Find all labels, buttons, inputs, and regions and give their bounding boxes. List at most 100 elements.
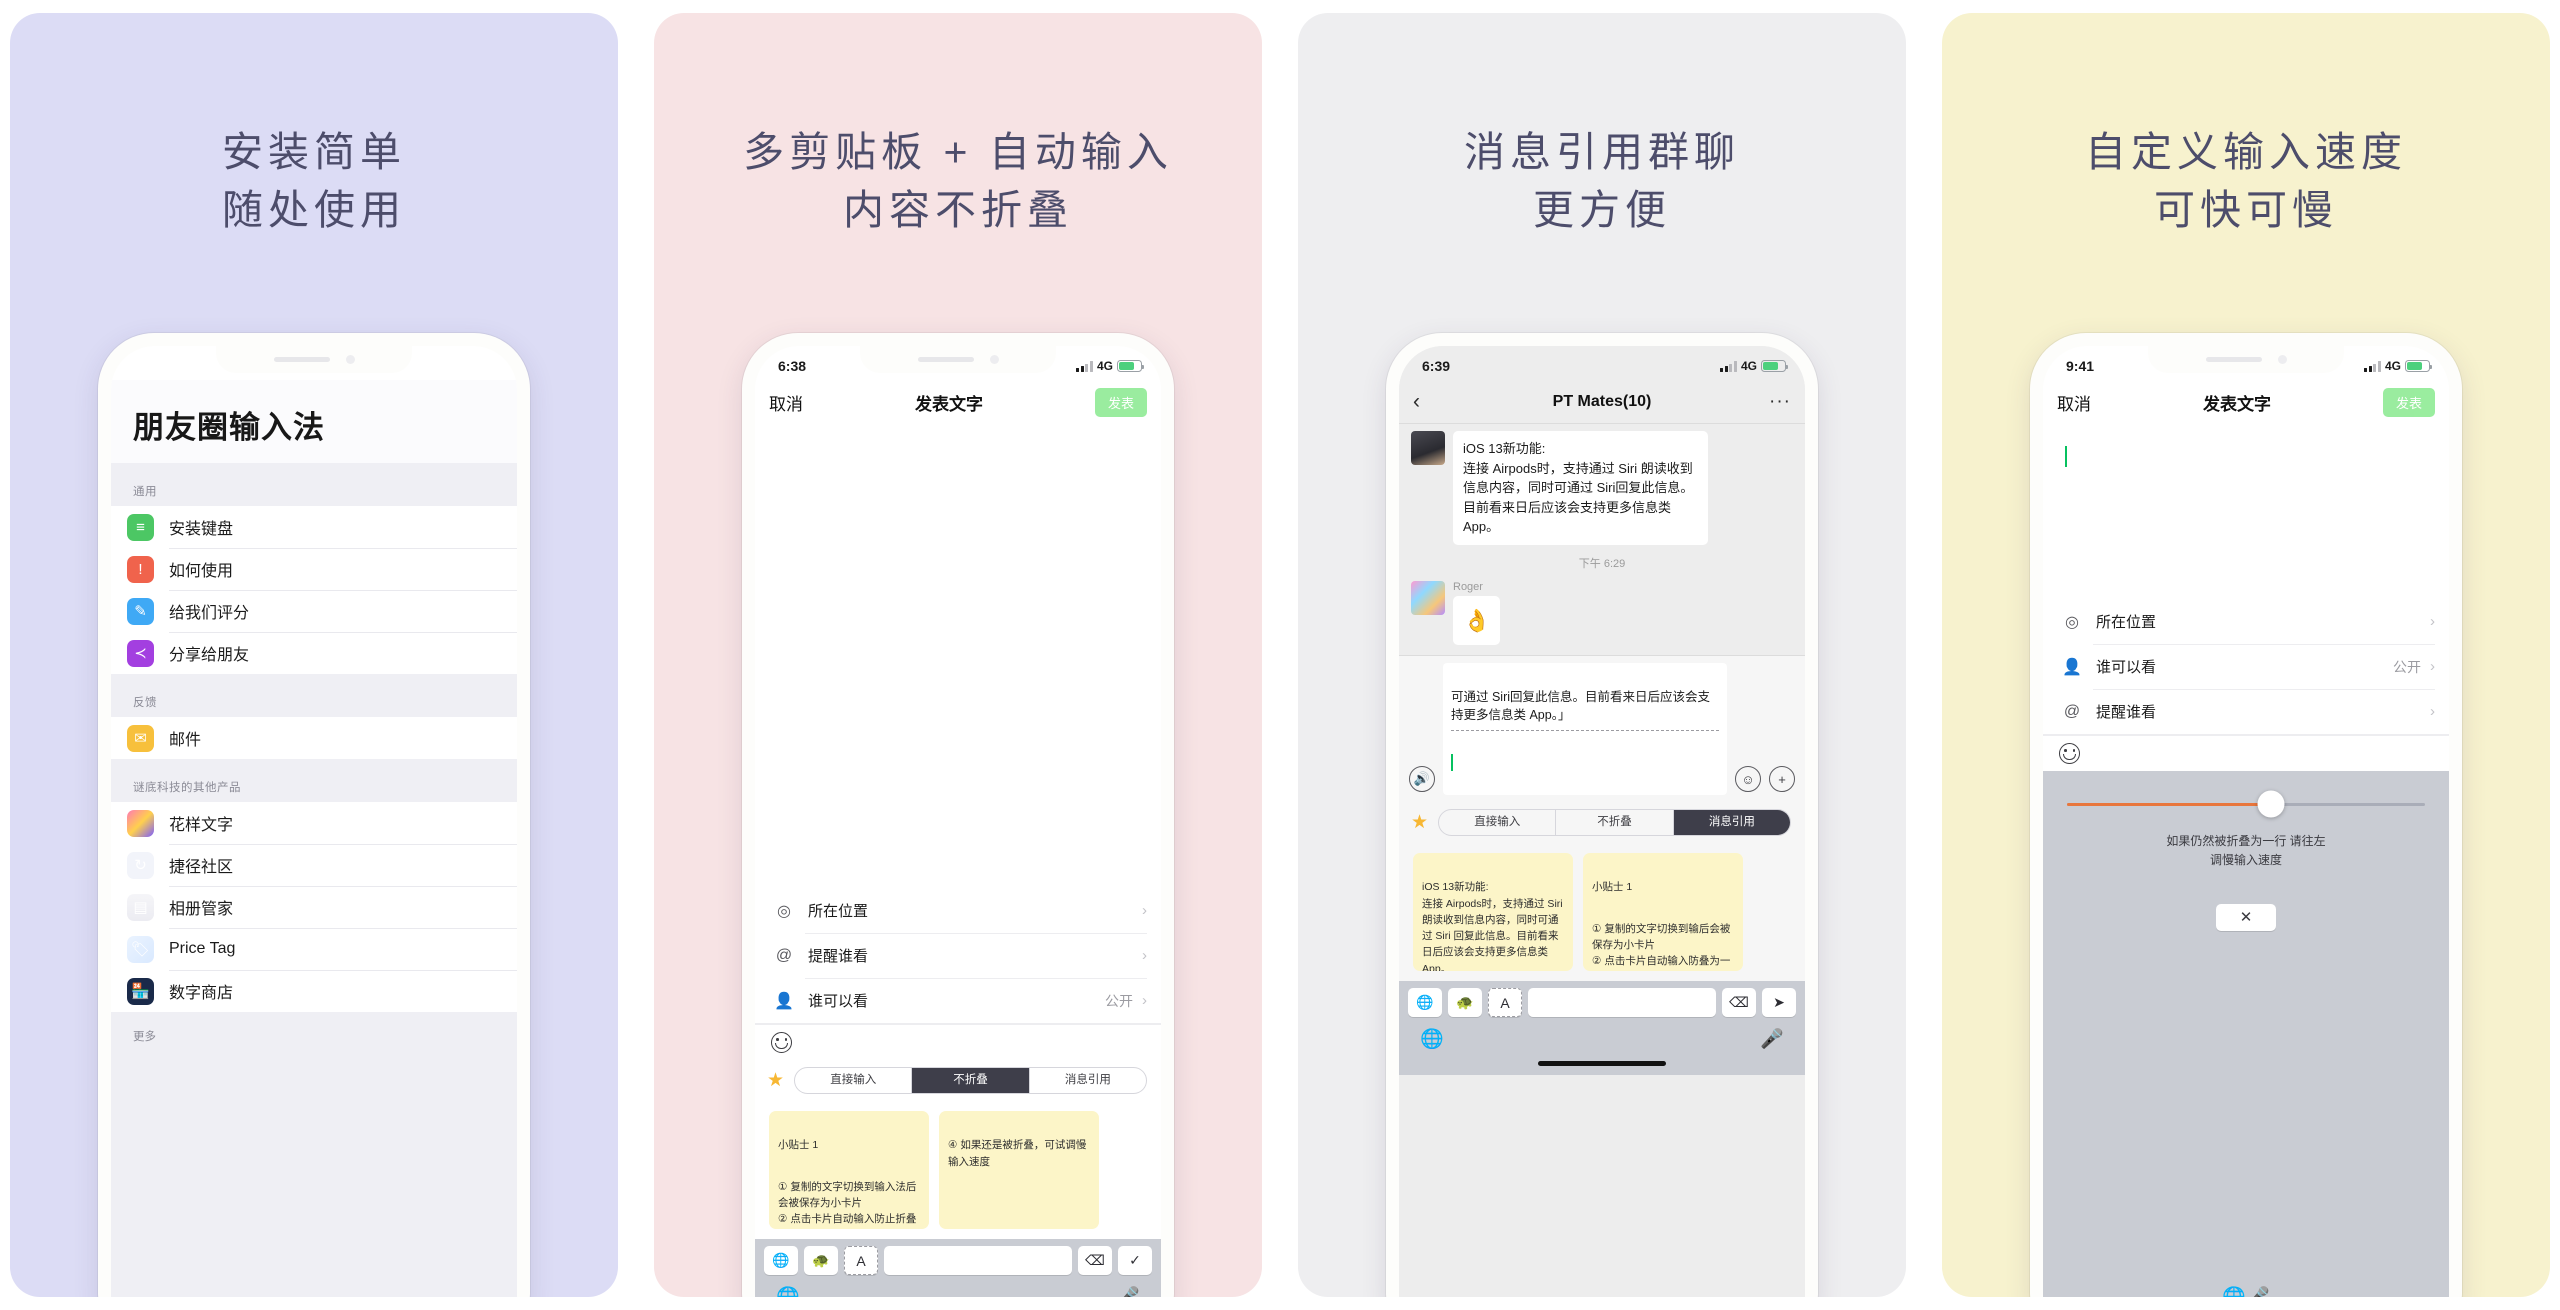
- list-item-label: 捷径社区: [169, 859, 234, 876]
- section-header-general: 通用: [133, 486, 157, 498]
- status-time: 6:38: [778, 358, 807, 374]
- option-location[interactable]: ◎ 所在位置 ›: [755, 888, 1161, 933]
- space-key[interactable]: [1528, 988, 1716, 1018]
- panel-title: 自定义输入速度 可快可慢: [2085, 129, 2407, 234]
- compose-textarea[interactable]: [2043, 424, 2449, 599]
- settings-list[interactable]: 通用 ≡ 安装键盘 ! 如何使用 ✎ 给我们评分 ≺ 分享给朋友 反馈 ✉ 邮件…: [111, 463, 517, 1297]
- star-icon[interactable]: ★: [767, 1069, 784, 1092]
- check-icon[interactable]: ✓: [1118, 1246, 1152, 1275]
- chat-message: Roger 👌: [1411, 580, 1793, 645]
- list-item-label: 相册管家: [169, 901, 234, 918]
- microphone-icon[interactable]: 🎤: [1760, 1027, 1784, 1051]
- option-mention[interactable]: @ 提醒谁看 ›: [755, 933, 1161, 978]
- turtle-icon[interactable]: 🐢: [804, 1246, 838, 1275]
- status-time: 6:39: [1422, 358, 1451, 374]
- tab-direct-input[interactable]: 直接输入: [1439, 810, 1557, 836]
- clipboard-card[interactable]: iOS 13新功能: 连接 Airpods时，支持通过 Siri 朗读收到信息内…: [1413, 853, 1573, 972]
- tab-message-quote[interactable]: 消息引用: [1673, 810, 1790, 836]
- page-title: 发表文字: [2202, 394, 2271, 414]
- option-mention[interactable]: @ 提醒谁看 ›: [2043, 689, 2449, 734]
- chat-navbar: ‹ PT Mates(10) ···: [1399, 380, 1805, 424]
- chat-input-field[interactable]: 可通过 Siri回复此信息。目前看来日后应该会支持更多信息类 App。」: [1443, 662, 1727, 796]
- send-button[interactable]: 发表: [2382, 387, 2435, 417]
- tab-no-fold[interactable]: 不折叠: [1556, 810, 1674, 836]
- microphone-icon[interactable]: 🎤: [1116, 1285, 1140, 1297]
- keyboard-bottom-row: 🌐 🎤: [764, 1275, 1152, 1297]
- card-title: 小贴士 1: [1592, 881, 1633, 894]
- tab-no-fold[interactable]: 不折叠: [912, 1068, 1030, 1093]
- tab-direct-input[interactable]: 直接输入: [795, 1068, 913, 1093]
- keyboard-bottom-row: 🌐 🎤: [2210, 1275, 2281, 1297]
- microphone-icon[interactable]: 🎤: [2246, 1285, 2270, 1297]
- custom-keyboard[interactable]: 🌐 🐢 A ⌫ ➤ 🌐 🎤: [1399, 981, 1805, 1076]
- option-location[interactable]: ◎ 所在位置 ›: [2043, 599, 2449, 644]
- cancel-button[interactable]: 取消: [2057, 390, 2091, 415]
- letter-a-icon[interactable]: A: [1488, 988, 1522, 1018]
- more-icon[interactable]: ···: [1765, 391, 1791, 413]
- mode-segmented-control[interactable]: 直接输入 不折叠 消息引用: [1438, 809, 1791, 837]
- panel-multi-clipboard: 多剪贴板 + 自动输入 内容不折叠 6:38 4G 取消 发表文字 发表 ◎ 所…: [654, 13, 1262, 1297]
- status-bar: 6:38 4G: [755, 346, 1161, 380]
- emoji-bar[interactable]: [755, 1024, 1161, 1060]
- message-timestamp: 下午 6:29: [1578, 557, 1626, 570]
- list-item[interactable]: ▤ 相册管家: [111, 886, 517, 928]
- custom-keyboard[interactable]: 🌐 🐢 A ⌫ ✓ 🌐 🎤: [755, 1239, 1161, 1297]
- clipboard-card[interactable]: 小贴士 1 ① 复制的文字切换到输入法后会被保存为小卡片 ② 点击卡片自动输入防…: [769, 1111, 929, 1229]
- star-icon[interactable]: ★: [1411, 811, 1428, 834]
- emoji-bar[interactable]: [2043, 735, 2449, 771]
- mode-segmented-control[interactable]: 直接输入 不折叠 消息引用: [794, 1067, 1147, 1094]
- smiley-icon[interactable]: [2059, 743, 2080, 764]
- space-key[interactable]: [884, 1246, 1072, 1275]
- cancel-button[interactable]: 取消: [769, 390, 803, 415]
- option-visibility[interactable]: 👤 谁可以看 公开 ›: [755, 978, 1161, 1023]
- exclamation-icon: !: [127, 555, 154, 583]
- plus-icon[interactable]: +: [1769, 766, 1795, 793]
- turtle-icon[interactable]: 🐢: [1448, 988, 1482, 1018]
- close-button[interactable]: ✕: [2216, 903, 2276, 931]
- list-item[interactable]: ! 如何使用: [111, 548, 517, 590]
- clipboard-card[interactable]: ④ 如果还是被折叠，可试调慢输入速度: [939, 1111, 1099, 1229]
- option-visibility[interactable]: 👤 谁可以看 公开 ›: [2043, 644, 2449, 689]
- clipboard-cards[interactable]: iOS 13新功能: 连接 Airpods时，支持通过 Siri 朗读收到信息内…: [1399, 843, 1805, 982]
- voice-icon[interactable]: 🔊: [1409, 766, 1435, 793]
- option-label: 提醒谁看: [808, 948, 869, 965]
- speed-slider[interactable]: [2067, 790, 2425, 818]
- back-icon[interactable]: ‹: [1413, 390, 1439, 414]
- card-body: ① 复制的文字切换到输入法后会被保存为小卡片 ② 点击卡片自动输入防止折叠为一行…: [778, 1180, 917, 1226]
- compose-textarea[interactable]: [755, 424, 1161, 594]
- emoji-icon[interactable]: ☺: [1735, 766, 1761, 793]
- section-other-products: 花样文字 ↻ 捷径社区 ▤ 相册管家 🏷 Price Tag 🏪 数字商店: [111, 802, 517, 1012]
- letter-a-icon[interactable]: A: [844, 1246, 878, 1275]
- list-item[interactable]: ↻ 捷径社区: [111, 844, 517, 886]
- send-icon[interactable]: ➤: [1762, 988, 1796, 1018]
- list-item[interactable]: ≡ 安装键盘: [111, 506, 517, 548]
- list-item[interactable]: 🏪 数字商店: [111, 970, 517, 1012]
- rate-icon: ✎: [127, 597, 154, 625]
- globe-icon[interactable]: 🌐: [764, 1246, 798, 1275]
- compose-options: ◎ 所在位置 › 👤 谁可以看 公开 › @ 提醒谁看 ›: [2043, 599, 2449, 735]
- text-caret: [2065, 446, 2067, 467]
- option-value: 公开: [2393, 658, 2421, 675]
- divider: [1451, 729, 1719, 731]
- network-label: 4G: [2384, 359, 2401, 373]
- speed-settings-panel: 如果仍然被折叠为一行 请往左 调慢输入速度 ✕ 🌐 🎤: [2043, 771, 2449, 1297]
- clipboard-cards[interactable]: 小贴士 1 ① 复制的文字切换到输入法后会被保存为小卡片 ② 点击卡片自动输入防…: [755, 1101, 1161, 1239]
- globe-icon[interactable]: 🌐: [776, 1285, 800, 1297]
- list-item[interactable]: ✉ 邮件: [111, 717, 517, 759]
- screenshot-stage: 安装简单 随处使用 朋友圈输入法 通用 ≡ 安装键盘 ! 如何使用 ✎ 给我们评…: [0, 0, 2560, 1310]
- list-item[interactable]: ≺ 分享给朋友: [111, 632, 517, 674]
- list-item[interactable]: ✎ 给我们评分: [111, 590, 517, 632]
- list-item[interactable]: 花样文字: [111, 802, 517, 844]
- clipboard-card[interactable]: 小贴士 1 ① 复制的文字切换到输后会被保存为小卡片 ② 点击卡片自动输入防叠为…: [1583, 853, 1743, 972]
- send-button[interactable]: 发表: [1094, 387, 1147, 417]
- globe-icon[interactable]: 🌐: [1408, 988, 1442, 1018]
- globe-icon[interactable]: 🌐: [2222, 1285, 2246, 1297]
- delete-icon[interactable]: ⌫: [1078, 1246, 1112, 1275]
- delete-icon[interactable]: ⌫: [1722, 988, 1756, 1018]
- list-item[interactable]: 🏷 Price Tag: [111, 928, 517, 970]
- tab-message-quote[interactable]: 消息引用: [1030, 1068, 1146, 1093]
- slider-knob[interactable]: [2257, 790, 2285, 818]
- smiley-icon[interactable]: [771, 1032, 792, 1053]
- globe-icon[interactable]: 🌐: [1420, 1027, 1444, 1051]
- text-caret: [1451, 754, 1453, 771]
